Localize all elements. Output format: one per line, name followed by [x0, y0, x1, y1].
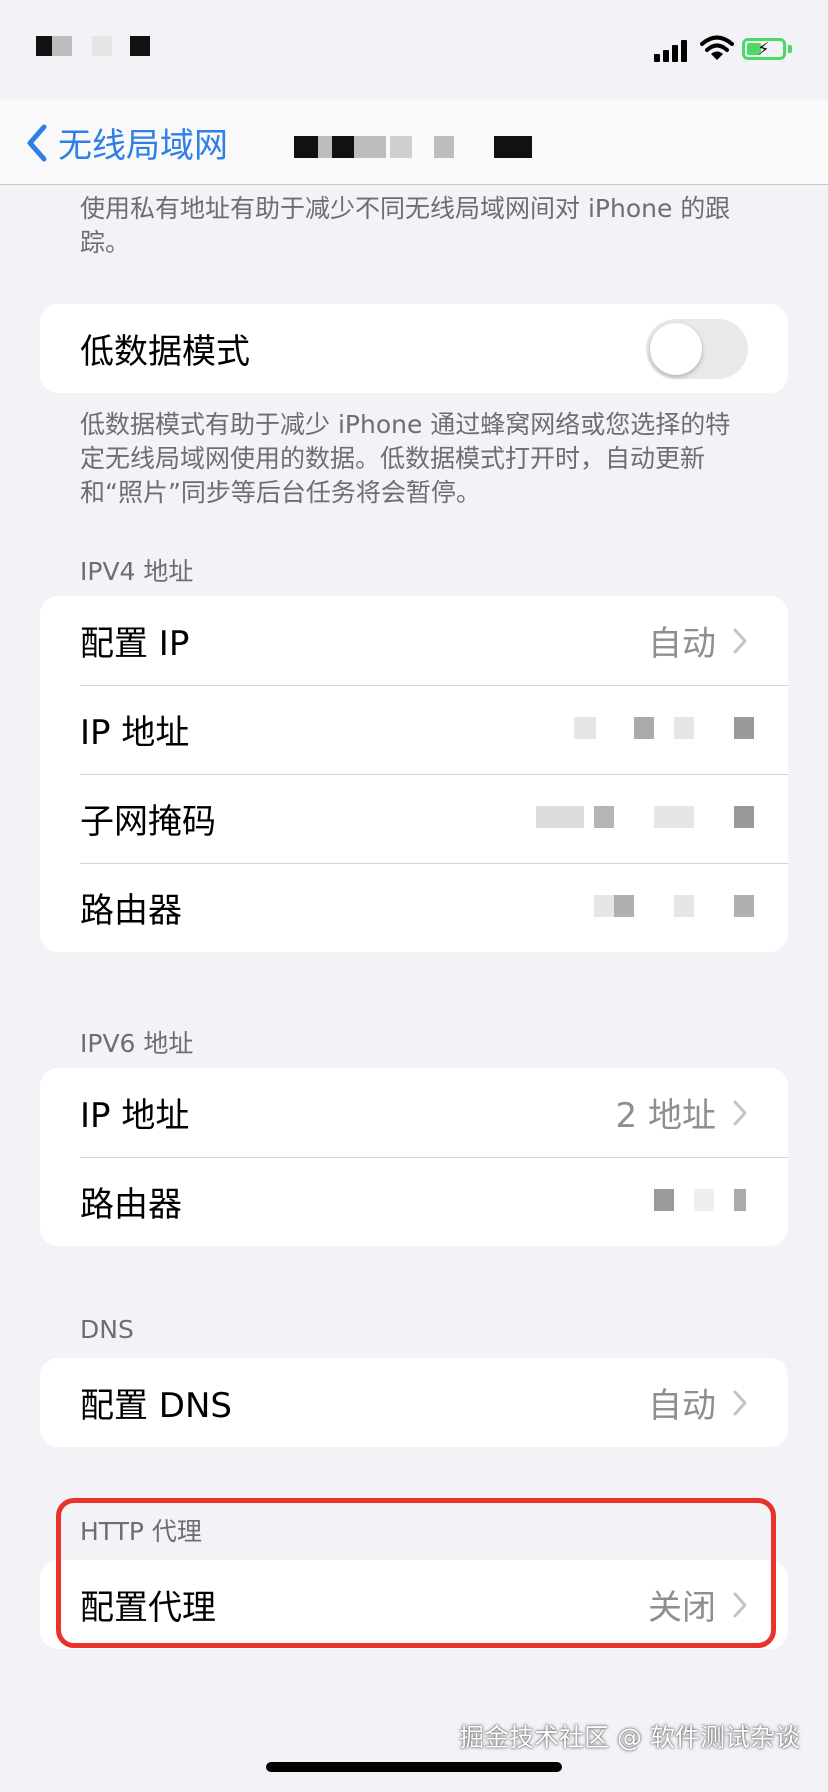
ipv6-address-row[interactable]: IP 地址 2 地址 — [40, 1068, 788, 1157]
ipv6-address-label: IP 地址 — [80, 1096, 190, 1136]
ipv4-group: 配置 IP 自动 IP 地址 子网掩码 路由器 — [40, 596, 788, 952]
chevron-right-icon — [733, 1390, 747, 1415]
ipv6-header: IPV6 地址 — [80, 1029, 194, 1058]
watermark: 掘金技术社区 @ 软件测试杂谈 — [459, 1723, 800, 1752]
ipv4-router-label: 路由器 — [80, 891, 182, 931]
configure-ip-value: 自动 — [648, 624, 716, 664]
time-pixel — [92, 36, 112, 56]
configure-dns-row[interactable]: 配置 DNS 自动 — [40, 1358, 788, 1447]
chevron-left-icon — [27, 124, 47, 161]
battery-cap — [788, 45, 792, 53]
dns-group: 配置 DNS 自动 — [40, 1358, 788, 1447]
configure-ip-row[interactable]: 配置 IP 自动 — [40, 596, 788, 685]
dns-header: DNS — [80, 1315, 134, 1344]
low-data-row: 低数据模式 — [40, 304, 788, 393]
back-button[interactable]: 无线局域网 — [22, 118, 228, 167]
time-pixel — [52, 36, 72, 56]
ipv6-router-row: 路由器 — [40, 1157, 788, 1246]
chevron-right-icon — [733, 628, 747, 653]
ipv4-header: IPV4 地址 — [80, 557, 194, 586]
status-bar: ⚡ — [0, 0, 828, 100]
ipv4-address-row: IP 地址 — [40, 685, 788, 774]
ipv4-address-label: IP 地址 — [80, 713, 190, 753]
ipv6-group: IP 地址 2 地址 路由器 — [40, 1068, 788, 1246]
low-data-footer: 低数据模式有助于减少 iPhone 通过蜂窝网络或您选择的特定无线局域网使用的数… — [80, 410, 731, 507]
ipv6-router-label: 路由器 — [80, 1185, 182, 1225]
private-address-footer: 使用私有地址有助于减少不同无线局域网间对 iPhone 的跟踪。 — [80, 194, 731, 257]
battery-charging-icon: ⚡ — [742, 38, 786, 60]
subnet-mask-label: 子网掩码 — [80, 802, 216, 842]
highlight-box — [56, 1498, 776, 1648]
toggle-knob — [650, 323, 702, 375]
ipv4-router-row: 路由器 — [40, 863, 788, 952]
low-data-group: 低数据模式 — [40, 304, 788, 393]
cellular-signal-icon — [654, 40, 690, 62]
configure-dns-label: 配置 DNS — [80, 1386, 233, 1426]
low-data-toggle[interactable] — [646, 319, 748, 379]
back-label: 无线局域网 — [58, 126, 228, 166]
ipv6-address-value: 2 地址 — [615, 1096, 716, 1136]
chevron-right-icon — [733, 1100, 747, 1125]
configure-dns-value: 自动 — [648, 1386, 716, 1426]
navigation-bar: 无线局域网 — [0, 100, 828, 185]
home-indicator — [266, 1762, 562, 1772]
subnet-mask-row: 子网掩码 — [40, 774, 788, 863]
time-pixel — [36, 36, 52, 56]
configure-ip-label: 配置 IP — [80, 624, 190, 664]
low-data-label: 低数据模式 — [80, 332, 250, 372]
wifi-icon — [700, 35, 734, 60]
time-pixel — [130, 36, 150, 56]
